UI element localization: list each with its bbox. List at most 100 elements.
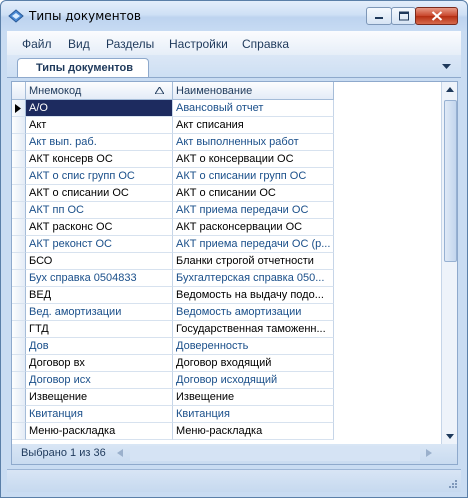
scroll-down-icon[interactable] — [442, 428, 458, 444]
size-grip-icon[interactable] — [448, 479, 458, 489]
table-row[interactable]: Вед. амортизации Ведомость амортизации — [12, 304, 334, 321]
table-row[interactable]: Дов Доверенность — [12, 338, 334, 355]
cell-name[interactable]: Государственная таможенн... — [173, 321, 334, 338]
menu-help[interactable]: Справка — [242, 37, 289, 51]
cell-name[interactable]: АКТ приема передачи ОС (р... — [173, 236, 334, 253]
title-bar[interactable]: Типы документов — [1, 1, 467, 31]
menu-file[interactable]: Файл — [22, 37, 52, 51]
row-selector[interactable] — [12, 406, 26, 423]
row-selector[interactable] — [12, 100, 26, 117]
cell-mnemocode[interactable]: Акт — [26, 117, 173, 134]
table-row[interactable]: АКТ консерв ОС АКТ о консервации ОС — [12, 151, 334, 168]
cell-mnemocode[interactable]: Договор вх — [26, 355, 173, 372]
cell-mnemocode[interactable]: АКТ реконст ОС — [26, 236, 173, 253]
row-selector[interactable] — [12, 287, 26, 304]
row-selector[interactable] — [12, 134, 26, 151]
row-selector[interactable] — [12, 168, 26, 185]
table-row[interactable]: А/О Авансовый отчет — [12, 100, 334, 117]
cell-name[interactable]: АКТ о консервации ОС — [173, 151, 334, 168]
cell-mnemocode[interactable]: Акт вып. раб. — [26, 134, 173, 151]
cell-name[interactable]: АКТ о списании ОС — [173, 185, 334, 202]
row-selector[interactable] — [12, 321, 26, 338]
horizontal-scrollbar[interactable] — [130, 446, 420, 461]
cell-name[interactable]: Авансовый отчет — [173, 100, 334, 117]
row-selector[interactable] — [12, 338, 26, 355]
table-row[interactable]: Договор исх Договор исходящий — [12, 372, 334, 389]
scroll-up-icon[interactable] — [442, 82, 458, 98]
table-row[interactable]: Бух справка 0504833 Бухгалтерская справка… — [12, 270, 334, 287]
row-selector[interactable] — [12, 270, 26, 287]
scroll-right-icon[interactable] — [426, 449, 432, 457]
row-selector[interactable] — [12, 423, 26, 440]
table-row[interactable]: Акт вып. раб. Акт выполненных работ — [12, 134, 334, 151]
cell-mnemocode[interactable]: Извещение — [26, 389, 173, 406]
table-row[interactable]: Договор вх Договор входящий — [12, 355, 334, 372]
cell-mnemocode[interactable]: АКТ расконс ОС — [26, 219, 173, 236]
table-row[interactable]: Акт Акт списания — [12, 117, 334, 134]
cell-name[interactable]: АКТ расконсервации ОС — [173, 219, 334, 236]
cell-mnemocode[interactable]: Вед. амортизации — [26, 304, 173, 321]
row-selector[interactable] — [12, 304, 26, 321]
cell-mnemocode[interactable]: Договор исх — [26, 372, 173, 389]
cell-mnemocode[interactable]: А/О — [26, 100, 173, 117]
table-row[interactable]: ВЕД Ведомость на выдачу подо... — [12, 287, 334, 304]
cell-name[interactable]: Бланки строгой отчетности — [173, 253, 334, 270]
cell-name[interactable]: АКТ о списании групп ОС — [173, 168, 334, 185]
row-selector[interactable] — [12, 253, 26, 270]
cell-mnemocode[interactable]: ВЕД — [26, 287, 173, 304]
cell-name[interactable]: Извещение — [173, 389, 334, 406]
cell-name[interactable]: Ведомость на выдачу подо... — [173, 287, 334, 304]
row-selector[interactable] — [12, 372, 26, 389]
vertical-scroll-thumb[interactable] — [444, 100, 457, 262]
cell-mnemocode[interactable]: Меню-раскладка — [26, 423, 173, 440]
table-row[interactable]: АКТ о списании ОС АКТ о списании ОС — [12, 185, 334, 202]
column-header-mnemocode[interactable]: Мнемокод — [26, 82, 173, 100]
table-row[interactable]: Квитанция Квитанция — [12, 406, 334, 423]
cell-mnemocode[interactable]: ГТД — [26, 321, 173, 338]
close-button[interactable] — [415, 7, 458, 25]
row-selector[interactable] — [12, 389, 26, 406]
cell-name[interactable]: Договор входящий — [173, 355, 334, 372]
maximize-button[interactable] — [391, 7, 416, 25]
row-selector[interactable] — [12, 219, 26, 236]
cell-mnemocode[interactable]: АКТ пп ОС — [26, 202, 173, 219]
cell-mnemocode[interactable]: АКТ консерв ОС — [26, 151, 173, 168]
table-row[interactable]: Извещение Извещение — [12, 389, 334, 406]
table-row[interactable]: АКТ о спис групп ОС АКТ о списании групп … — [12, 168, 334, 185]
menu-settings[interactable]: Настройки — [169, 37, 228, 51]
cell-name[interactable]: Квитанция — [173, 406, 334, 423]
tab-menu-icon[interactable] — [442, 64, 451, 69]
menu-view[interactable]: Вид — [68, 37, 90, 51]
row-selector[interactable] — [12, 236, 26, 253]
table-row[interactable]: ГТД Государственная таможенн... — [12, 321, 334, 338]
cell-mnemocode[interactable]: БСО — [26, 253, 173, 270]
cell-mnemocode[interactable]: АКТ о спис групп ОС — [26, 168, 173, 185]
menu-sections[interactable]: Разделы — [106, 37, 154, 51]
cell-name[interactable]: Ведомость амортизации — [173, 304, 334, 321]
cell-name[interactable]: Меню-раскладка — [173, 423, 334, 440]
row-selector[interactable] — [12, 355, 26, 372]
cell-name[interactable]: Договор исходящий — [173, 372, 334, 389]
cell-name[interactable]: Доверенность — [173, 338, 334, 355]
column-header-name[interactable]: Наименование — [173, 82, 334, 100]
cell-name[interactable]: АКТ приема передачи ОС — [173, 202, 334, 219]
table-row[interactable]: Меню-раскладка Меню-раскладка — [12, 423, 334, 440]
cell-mnemocode[interactable]: Бух справка 0504833 — [26, 270, 173, 287]
cell-name[interactable]: Акт списания — [173, 117, 334, 134]
vertical-scrollbar[interactable] — [441, 82, 458, 444]
cell-name[interactable]: Бухгалтерская справка 050... — [173, 270, 334, 287]
row-selector[interactable] — [12, 185, 26, 202]
minimize-button[interactable] — [366, 7, 392, 25]
cell-name[interactable]: Акт выполненных работ — [173, 134, 334, 151]
row-selector[interactable] — [12, 117, 26, 134]
row-selector[interactable] — [12, 151, 26, 168]
table-row[interactable]: АКТ пп ОС АКТ приема передачи ОС — [12, 202, 334, 219]
table-row[interactable]: БСО Бланки строгой отчетности — [12, 253, 334, 270]
table-row[interactable]: АКТ расконс ОС АКТ расконсервации ОС — [12, 219, 334, 236]
cell-mnemocode[interactable]: Дов — [26, 338, 173, 355]
table-row[interactable]: АКТ реконст ОС АКТ приема передачи ОС (р.… — [12, 236, 334, 253]
scroll-left-icon[interactable] — [117, 449, 123, 457]
cell-mnemocode[interactable]: АКТ о списании ОС — [26, 185, 173, 202]
cell-mnemocode[interactable]: Квитанция — [26, 406, 173, 423]
tab-document-types[interactable]: Типы документов — [17, 58, 149, 77]
